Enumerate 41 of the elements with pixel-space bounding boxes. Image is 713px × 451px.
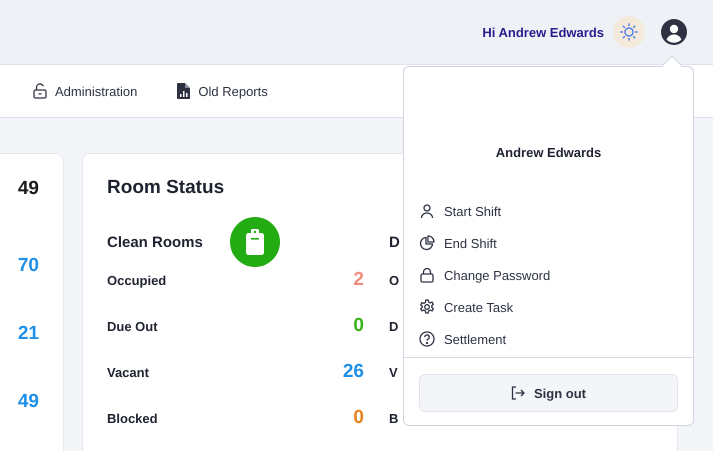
- menu-item[interactable]: Create Task: [404, 291, 693, 323]
- summary-value: 49: [18, 391, 39, 413]
- status-label: Due Out: [107, 318, 158, 334]
- menu-item[interactable]: Change Password: [404, 259, 693, 291]
- status-count: 0: [353, 315, 364, 337]
- user-avatar-icon[interactable]: [661, 19, 687, 45]
- clipboard-icon: [230, 217, 280, 267]
- status-label: O: [389, 272, 400, 288]
- status-count: 2: [353, 269, 364, 291]
- menu-item[interactable]: End Shift: [404, 227, 693, 259]
- status-label: Vacant: [107, 364, 149, 380]
- help-icon: [419, 331, 435, 347]
- greeting: Hi Andrew Edwards: [482, 24, 604, 40]
- report-file-icon: [177, 83, 190, 99]
- section-heading: Clean Rooms: [107, 234, 203, 250]
- gear-icon: [419, 299, 435, 315]
- person-icon: [419, 203, 435, 219]
- status-label: D: [389, 318, 398, 334]
- status-label: B: [389, 410, 398, 426]
- card-title: Room Status: [107, 177, 226, 199]
- unlocked-padlock-icon: [33, 83, 47, 99]
- menu-item[interactable]: Settlement: [404, 323, 693, 355]
- summary-value: 21: [18, 323, 39, 345]
- sun-icon: [620, 23, 638, 41]
- status-label: V: [389, 364, 398, 380]
- padlock-icon: [419, 267, 435, 283]
- summary-value: 49: [18, 178, 39, 200]
- status-label: Occupied: [107, 272, 166, 288]
- nav-link[interactable]: Old Reports: [177, 83, 268, 99]
- nav-link[interactable]: Administration: [33, 83, 138, 99]
- status-count: 0: [353, 407, 364, 429]
- sign-out-button[interactable]: Sign out: [419, 374, 678, 412]
- user-name: Andrew Edwards: [494, 145, 602, 160]
- summary-value: 70: [18, 255, 39, 277]
- menu-item[interactable]: Start Shift: [404, 195, 693, 227]
- status-label: Blocked: [107, 410, 158, 426]
- theme-toggle-button[interactable]: [613, 16, 645, 48]
- sign-out-icon: [511, 386, 525, 400]
- status-count: 26: [342, 361, 364, 383]
- pie-chart-icon: [419, 235, 435, 251]
- section-heading: D: [389, 234, 400, 250]
